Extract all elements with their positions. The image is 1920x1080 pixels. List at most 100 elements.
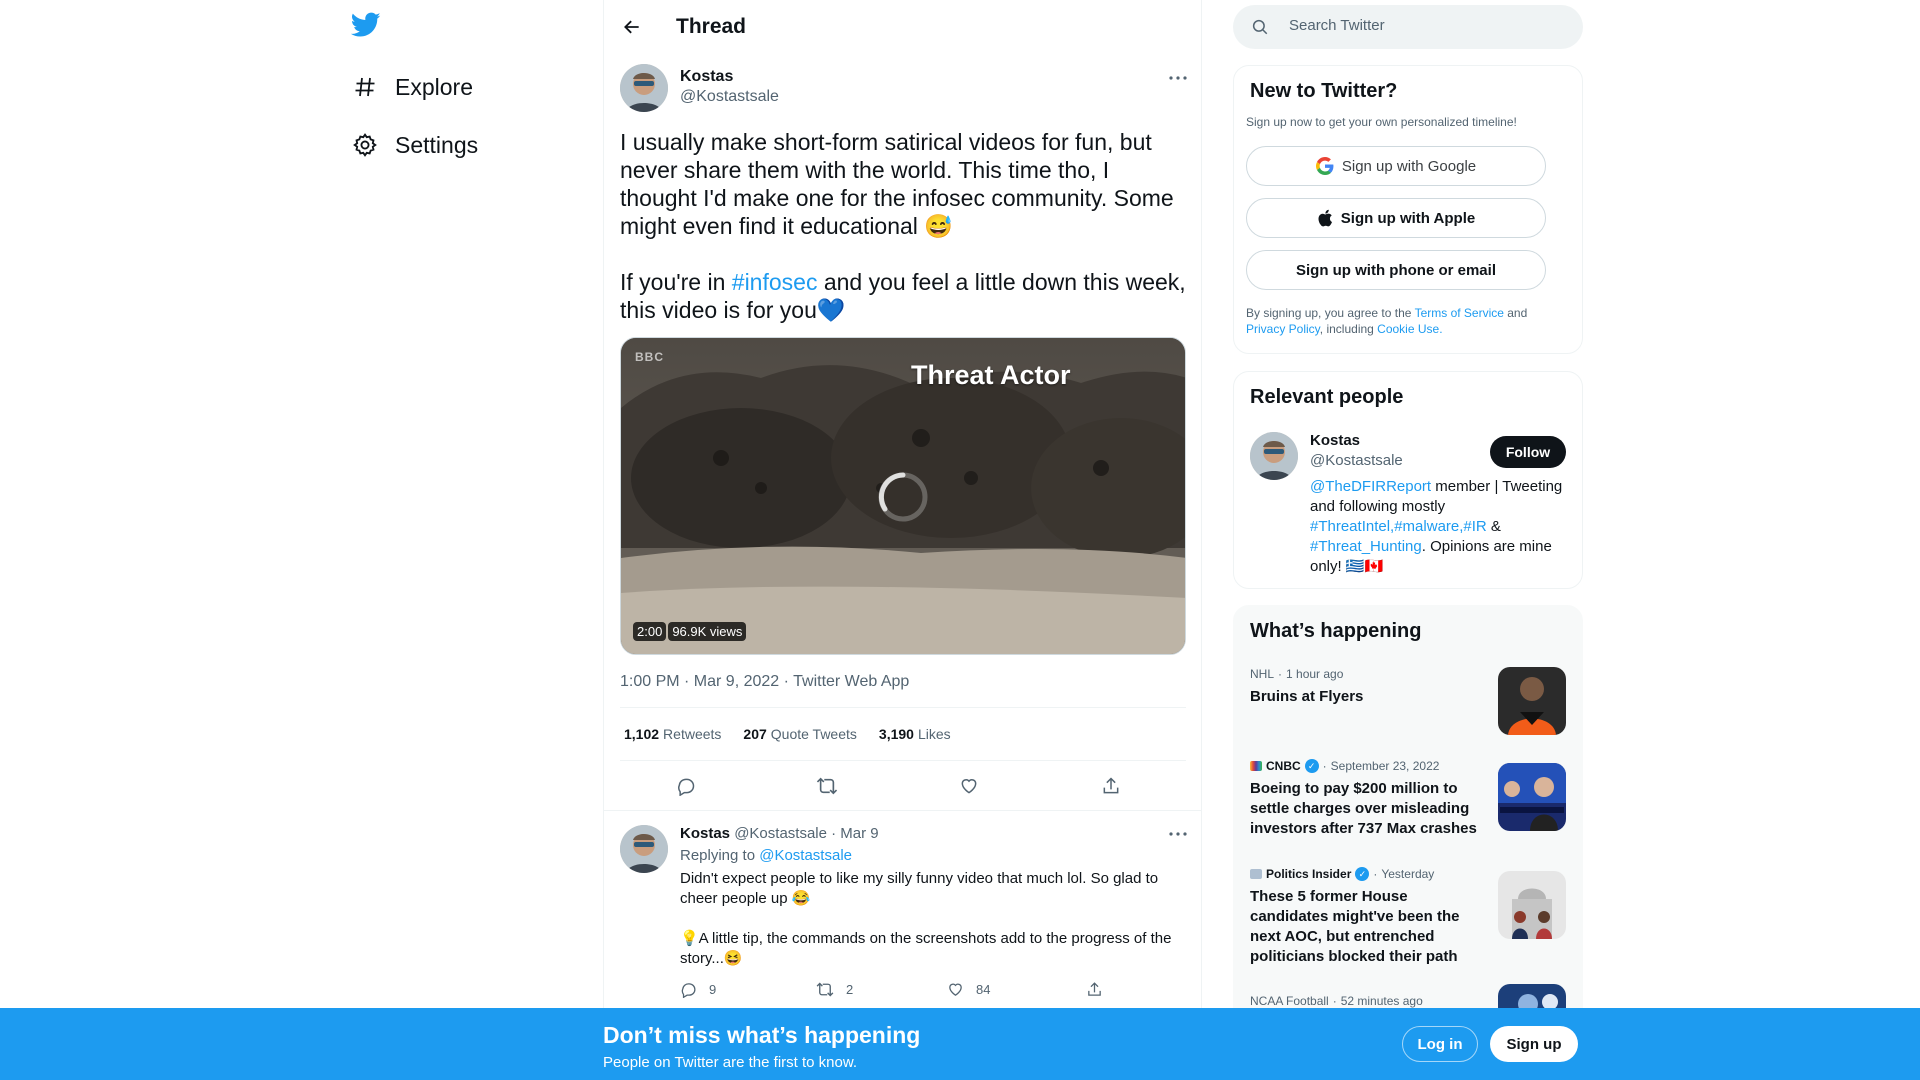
- replying-to: Replying to @Kostastsale: [680, 847, 852, 864]
- reply-handle-date[interactable]: @Kostastsale · Mar 9: [734, 825, 878, 842]
- more-options-icon[interactable]: [1164, 66, 1192, 90]
- tweet-text: I usually make short-form satirical vide…: [620, 128, 1192, 324]
- reply-text: Didn't expect people to like my silly fu…: [680, 870, 1172, 967]
- avatar[interactable]: [620, 64, 668, 112]
- new-to-twitter-panel: New to Twitter? Sign up now to get your …: [1233, 65, 1583, 354]
- trend-meta-separator: ·: [1322, 759, 1327, 773]
- trend-item[interactable]: Politics Insider ✓ · Yesterday These 5 form…: [1250, 867, 1572, 967]
- gear-icon: [351, 131, 379, 159]
- bio-mention-link[interactable]: @TheDFIRReport: [1310, 478, 1431, 495]
- whats-happening-panel: What’s happening NHL · 1 hour ago Bruins a…: [1233, 605, 1583, 1025]
- follow-button[interactable]: Follow: [1490, 436, 1566, 468]
- log-in-button[interactable]: Log in: [1402, 1026, 1478, 1062]
- cnbc-logo-icon: [1250, 761, 1262, 771]
- tweet-timestamp[interactable]: 1:00 PM · Mar 9, 2022 · Twitter Web App: [620, 673, 909, 691]
- nav-label-settings: Settings: [395, 131, 479, 158]
- replying-to-handle-link[interactable]: @Kostastsale: [759, 847, 852, 864]
- video-badges: 2:00 96.9K views: [633, 622, 747, 641]
- relevant-people-panel: Relevant people Kostas @Kostastsale Foll…: [1233, 371, 1583, 589]
- divider: [620, 760, 1186, 761]
- avatar[interactable]: [1250, 432, 1298, 480]
- retweet-icon[interactable]: [814, 773, 840, 799]
- tweet-stats: 1,102 Retweets 207 Quote Tweets 3,190 Likes: [624, 726, 973, 742]
- trend-time: Yesterday: [1381, 867, 1435, 881]
- sign-up-phone-label: Sign up with phone or email: [1295, 261, 1496, 279]
- twitter-bird-icon[interactable]: [350, 12, 391, 46]
- trend-meta-separator: ·: [1278, 667, 1283, 681]
- stat-quote-tweets[interactable]: 207 Quote Tweets: [743, 726, 857, 742]
- trend-time: September 23, 2022: [1330, 759, 1440, 773]
- stat-retweets[interactable]: 1,102 Retweets: [624, 726, 721, 742]
- reply-count: 9: [709, 982, 717, 997]
- like-heart-icon: [949, 983, 962, 996]
- main-column: Thread Kostas @Kostastsale I usually mak…: [603, 0, 1202, 1080]
- bio-hashtag-link[interactable]: #ThreatIntel: [1310, 518, 1390, 535]
- nav-item-settings[interactable]: Settings: [351, 125, 478, 165]
- reply-icon[interactable]: [673, 773, 699, 799]
- tweet-text-paragraph-1: I usually make short-form satirical vide…: [620, 129, 1174, 239]
- trend-thumbnail: [1498, 667, 1566, 735]
- person-name[interactable]: Kostas: [1310, 432, 1360, 449]
- author-name[interactable]: Kostas: [680, 68, 733, 86]
- bio-hashtag-link[interactable]: #Threat_Hunting: [1310, 538, 1422, 555]
- trend-source: NCAA Football: [1250, 994, 1329, 1008]
- video-views: 96.9K views: [668, 622, 747, 641]
- sign-up-apple-label: Sign up with Apple: [1340, 209, 1476, 227]
- privacy-policy-link[interactable]: Privacy Policy: [1246, 322, 1320, 336]
- sign-up-apple-button[interactable]: Sign up with Apple: [1246, 198, 1546, 238]
- trend-thumbnail: [1498, 763, 1566, 831]
- panel-title: What’s happening: [1250, 620, 1422, 642]
- author-handle[interactable]: @Kostastsale: [680, 88, 779, 106]
- retweet-button[interactable]: 2: [816, 981, 853, 998]
- signup-banner: Don’t miss what’s happening People on Tw…: [0, 1008, 1920, 1080]
- panel-title: New to Twitter?: [1250, 80, 1398, 102]
- stat-likes[interactable]: 3,190 Likes: [879, 726, 951, 742]
- search-icon: [1251, 18, 1269, 41]
- bio-text: &: [1486, 518, 1501, 535]
- terms-notice: By signing up, you agree to the Terms of…: [1246, 305, 1566, 337]
- search-input[interactable]: [1289, 17, 1559, 34]
- cookie-use-link[interactable]: Cookie Use: [1377, 322, 1439, 336]
- avatar[interactable]: [620, 825, 668, 873]
- share-button[interactable]: [1086, 981, 1103, 998]
- thread-header: Thread: [604, 0, 1201, 53]
- hashtag-icon: [351, 73, 379, 101]
- reply-tweet[interactable]: Kostas @Kostastsale · Mar 9 Replying to …: [604, 810, 1201, 1010]
- terms-text: By signing up, you agree to the: [1246, 306, 1415, 320]
- trend-source: Politics Insider: [1266, 867, 1352, 881]
- loading-spinner-icon: [875, 469, 931, 530]
- tweet-text-pre: If you're in: [620, 269, 732, 295]
- nav-label-explore: Explore: [395, 73, 473, 100]
- stat-label: Likes: [917, 726, 951, 742]
- like-button[interactable]: 84: [947, 981, 990, 998]
- trend-meta-separator: ·: [1373, 867, 1378, 881]
- nav-item-explore[interactable]: Explore: [351, 67, 473, 107]
- terms-of-service-link[interactable]: Terms of Service: [1415, 306, 1504, 320]
- sign-up-google-button[interactable]: Sign up with Google: [1246, 146, 1546, 186]
- stat-number: 1,102: [624, 726, 660, 742]
- trend-item[interactable]: NHL · 1 hour ago Bruins at Flyers: [1250, 667, 1572, 735]
- bio-hashtag-link[interactable]: #IR: [1463, 518, 1486, 535]
- sign-up-button[interactable]: Sign up: [1490, 1026, 1578, 1062]
- video-player[interactable]: BBC Threat Actor 2:00 96.9K views: [620, 337, 1186, 655]
- stat-number: 207: [743, 726, 767, 742]
- person-handle[interactable]: @Kostastsale: [1310, 452, 1403, 469]
- divider: [620, 707, 1186, 708]
- reply-header: Kostas @Kostastsale · Mar 9: [680, 825, 879, 842]
- reply-button[interactable]: 9: [680, 981, 716, 998]
- banner-title: Don’t miss what’s happening: [603, 1022, 921, 1048]
- channel-watermark: BBC: [635, 350, 664, 364]
- retweet-icon: [816, 982, 834, 997]
- like-heart-icon[interactable]: [956, 773, 982, 799]
- back-arrow-icon[interactable]: [618, 13, 646, 41]
- share-icon[interactable]: [1098, 773, 1124, 799]
- more-options-icon[interactable]: [1164, 825, 1192, 843]
- trend-time: 52 minutes ago: [1340, 994, 1423, 1008]
- trend-item[interactable]: CNBC ✓ · September 23, 2022 Boeing to pay $…: [1250, 759, 1572, 839]
- search-box[interactable]: [1233, 5, 1583, 49]
- bio-hashtag-link[interactable]: #malware: [1394, 518, 1459, 535]
- reply-author-name[interactable]: Kostas: [680, 825, 730, 842]
- hashtag-link[interactable]: #infosec: [732, 269, 818, 295]
- trend-title: Boeing to pay $200 million to settle cha…: [1250, 780, 1477, 837]
- sign-up-phone-email-button[interactable]: Sign up with phone or email: [1246, 250, 1546, 290]
